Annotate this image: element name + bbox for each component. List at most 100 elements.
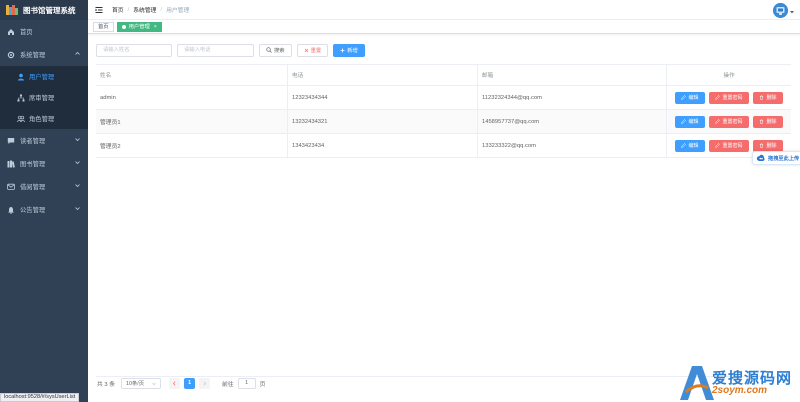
chevron-down-icon	[152, 382, 156, 385]
cell-email: 133233322@qq.com	[478, 134, 667, 157]
edit-button[interactable]: 编辑	[675, 91, 705, 104]
sidebar-item-borrow[interactable]: 借阅管理	[0, 175, 88, 198]
goto-label: 前往	[222, 381, 234, 388]
sidebar-item-notice[interactable]: 公告管理	[0, 198, 88, 221]
goto-page-input[interactable]: 1	[237, 377, 256, 389]
tag-home[interactable]: 首页	[93, 21, 114, 32]
delete-button[interactable]: 删除	[753, 139, 783, 152]
column-header-name: 姓名	[96, 65, 288, 85]
phone-search-input[interactable]	[177, 43, 254, 57]
delete-button[interactable]: 删除	[753, 115, 783, 128]
reset-password-button[interactable]: 重置密码	[709, 139, 749, 152]
breadcrumb-current: 用户管理	[166, 8, 190, 14]
system-submenu: 用户管理 席审管理 角色管理	[0, 66, 88, 129]
column-header-actions: 操作	[723, 73, 735, 79]
cell-actions: 编辑 重置密码 删除	[667, 110, 791, 133]
bell-icon	[7, 206, 15, 214]
close-icon	[304, 48, 309, 53]
edit-icon	[715, 95, 721, 100]
page-size-select[interactable]: 10条/页	[121, 377, 162, 389]
hamburger-icon[interactable]	[95, 6, 103, 14]
sidebar-item-dept[interactable]: 席审管理	[0, 87, 88, 108]
app-title: 图书馆管理系统	[23, 5, 76, 15]
edit-label: 编辑	[688, 119, 699, 125]
chevron-left-icon	[173, 381, 176, 385]
sidebar: 图书馆管理系统 首页 系统管理 用户管理 席审管理 角色管理 读者管理 图书管理…	[0, 0, 88, 402]
breadcrumb-system[interactable]: 系统管理	[133, 5, 156, 14]
prev-page-button[interactable]	[169, 377, 181, 389]
delete-label: 删除	[766, 95, 777, 101]
breadcrumb-home[interactable]: 首页	[112, 5, 124, 14]
sidebar-item-label: 图书管理	[20, 161, 46, 168]
tag-label: 用户管理	[128, 23, 150, 30]
sidebar-item-label: 借阅管理	[20, 184, 46, 191]
edit-button[interactable]: 编辑	[675, 115, 705, 128]
sidebar-item-readers[interactable]: 读者管理	[0, 129, 88, 152]
cell-phone: 12323434344	[288, 86, 478, 109]
chevron-down-icon	[75, 161, 80, 165]
edit-label: 编辑	[688, 95, 699, 101]
gear-icon	[7, 51, 15, 59]
cell-actions: 编辑 重置密码 删除	[667, 86, 791, 109]
trash-icon	[759, 143, 764, 148]
pagination: 共 3 条 10条/页 1 前往 1 页	[97, 377, 265, 389]
sidebar-item-home[interactable]: 首页	[0, 20, 88, 43]
browser-status-url: localhost:9528/#/sysUserList	[0, 393, 80, 402]
edit-icon	[681, 95, 687, 100]
breadcrumb-separator: /	[127, 6, 130, 13]
caret-down-icon[interactable]	[790, 10, 794, 14]
sidebar-item-label: 角色管理	[29, 116, 55, 123]
avatar[interactable]	[773, 3, 788, 18]
reset-password-button[interactable]: 重置密码	[709, 115, 749, 128]
cloud-icon	[756, 154, 765, 161]
tag-users[interactable]: 用户管理 ×	[116, 21, 162, 32]
user-table: 姓名 电话 邮箱 操作 admin 12323434344 1123232434…	[96, 64, 791, 158]
cell-name: 管理员1	[96, 110, 288, 133]
user-icon	[17, 73, 25, 81]
sidebar-item-books[interactable]: 图书管理	[0, 152, 88, 175]
search-icon	[266, 47, 272, 53]
next-page-button[interactable]	[199, 377, 211, 389]
message-icon	[7, 183, 15, 191]
sidebar-item-roles[interactable]: 角色管理	[0, 108, 88, 129]
tree-icon	[17, 94, 25, 102]
plus-icon	[340, 48, 345, 53]
chevron-down-icon	[75, 138, 80, 142]
edit-icon	[715, 143, 721, 148]
pagination-total: 共 3 条	[97, 381, 116, 388]
search-bar: 搜索 重置 新增	[96, 43, 370, 57]
page-number-current[interactable]: 1	[184, 377, 196, 389]
close-icon[interactable]: ×	[154, 23, 157, 31]
table-row: 管理员1 13232434321 1458957737@qq.com 编辑 重置…	[96, 110, 791, 134]
sidebar-item-users[interactable]: 用户管理	[0, 66, 88, 87]
breadcrumb-separator: /	[160, 6, 163, 13]
page-jumper: 前往 1 页	[222, 377, 266, 389]
name-search-input[interactable]	[96, 43, 172, 57]
sidebar-item-system[interactable]: 系统管理	[0, 43, 88, 66]
sidebar-item-label: 用户管理	[29, 74, 55, 81]
reset-password-button[interactable]: 重置密码	[709, 91, 749, 104]
reset-password-label: 重置密码	[722, 119, 743, 125]
edit-button[interactable]: 编辑	[675, 139, 705, 152]
cell-name: 管理员2	[96, 134, 288, 157]
active-dot-icon	[121, 24, 126, 29]
page-suffix: 页	[259, 381, 266, 388]
reset-password-label: 重置密码	[722, 95, 743, 101]
logo-bar[interactable]: 图书馆管理系统	[0, 0, 88, 20]
sidebar-item-label: 读者管理	[20, 138, 46, 145]
add-user-button[interactable]: 新增	[333, 43, 365, 57]
column-header-email: 邮箱	[478, 65, 667, 85]
trash-icon	[759, 119, 764, 124]
edit-label: 编辑	[688, 143, 699, 149]
upload-widget-label: 拖拽至此上传	[768, 155, 800, 162]
upload-float-widget[interactable]: 拖拽至此上传	[752, 151, 800, 165]
watermark-domain: 2soym.com	[712, 385, 768, 396]
column-header-phone: 电话	[288, 65, 478, 85]
sidebar-item-label: 公告管理	[20, 207, 46, 214]
search-button[interactable]: 搜索	[259, 43, 292, 57]
tags-view: 首页 用户管理 ×	[88, 20, 800, 34]
cell-name: admin	[96, 86, 288, 109]
delete-button[interactable]: 删除	[753, 91, 783, 104]
reset-button[interactable]: 重置	[296, 43, 329, 57]
sidebar-item-label: 系统管理	[20, 52, 46, 59]
